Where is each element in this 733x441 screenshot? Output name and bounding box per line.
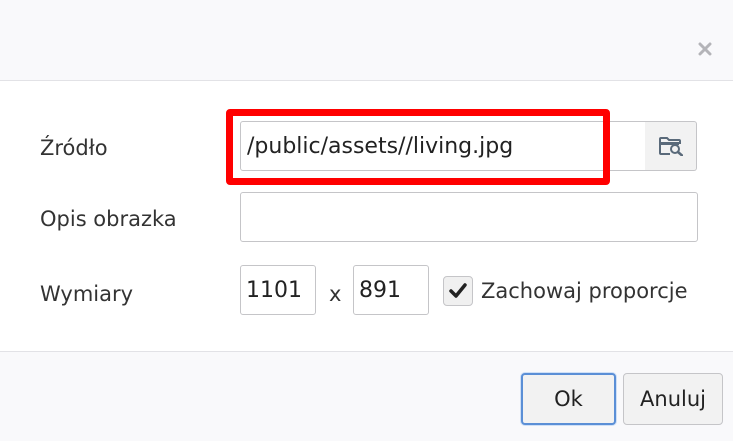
dimension-separator: x (329, 282, 342, 306)
height-input[interactable] (353, 265, 429, 315)
source-input[interactable] (240, 121, 646, 171)
close-icon (698, 42, 712, 56)
description-label: Opis obrazka (40, 207, 177, 231)
browse-icon (658, 137, 683, 156)
constrain-label[interactable]: Zachowaj proporcje (481, 279, 688, 303)
width-input[interactable] (240, 265, 316, 315)
description-input[interactable] (240, 192, 698, 242)
source-label: Źródło (40, 136, 108, 160)
close-button[interactable] (694, 38, 716, 60)
constrain-checkbox[interactable] (443, 276, 473, 306)
ok-button[interactable]: Ok (521, 373, 616, 425)
dimensions-label: Wymiary (40, 282, 134, 306)
checkmark-icon (449, 283, 467, 298)
cancel-button[interactable]: Anuluj (623, 373, 723, 425)
dialog-header (0, 0, 733, 81)
browse-button[interactable] (645, 121, 697, 171)
image-dialog: Źródło Opis obrazka Wymiary x Zachowaj p… (0, 0, 733, 441)
